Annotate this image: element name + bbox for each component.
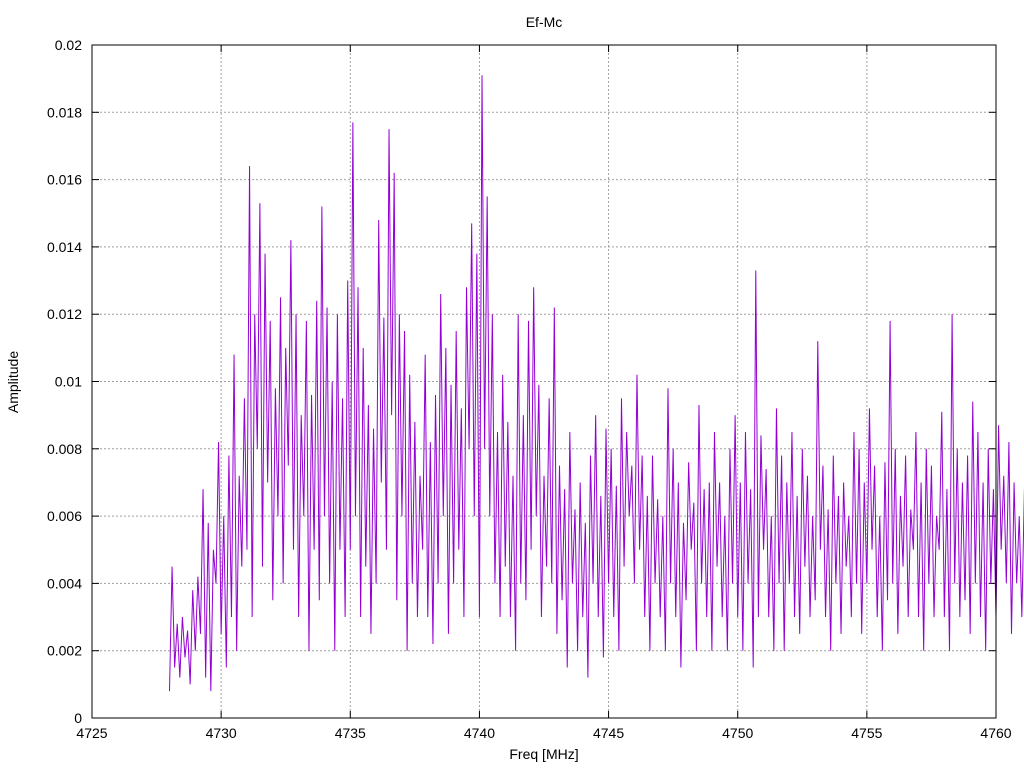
x-tick-label: 4750 — [722, 725, 753, 741]
y-tick-label: 0.004 — [47, 575, 82, 591]
y-tick-label: 0.016 — [47, 172, 82, 188]
amplitude-series-line — [168, 75, 1024, 692]
ef-mc-line-chart: 4725 4730 4735 4740 4745 4750 4755 4760 0 0.002 0.… — [5, 14, 1024, 762]
y-tick-label: 0.018 — [47, 104, 82, 120]
x-tick-label: 4760 — [980, 725, 1011, 741]
y-tick-label: 0.014 — [47, 239, 82, 255]
y-tick-label: 0.002 — [47, 643, 82, 659]
grid-lines — [92, 45, 996, 718]
y-tick-label: 0.006 — [47, 508, 82, 524]
x-tick-label: 4735 — [335, 725, 366, 741]
x-tick-label: 4725 — [76, 725, 107, 741]
y-tick-label: 0.012 — [47, 306, 82, 322]
x-tick-label: 4755 — [851, 725, 882, 741]
x-tick-label: 4730 — [206, 725, 237, 741]
y-tick-label: 0 — [74, 710, 82, 726]
y-axis-label: Amplitude — [5, 351, 21, 413]
y-tick-label: 0.008 — [47, 441, 82, 457]
x-axis-label: Freq [MHz] — [509, 746, 578, 762]
y-tick-label: 0.02 — [55, 37, 82, 53]
series-layer — [168, 75, 1024, 692]
x-tick-label: 4745 — [593, 725, 624, 741]
chart-title: Ef-Mc — [526, 14, 563, 30]
y-tick-label: 0.01 — [55, 374, 82, 390]
x-tick-label: 4740 — [464, 725, 495, 741]
